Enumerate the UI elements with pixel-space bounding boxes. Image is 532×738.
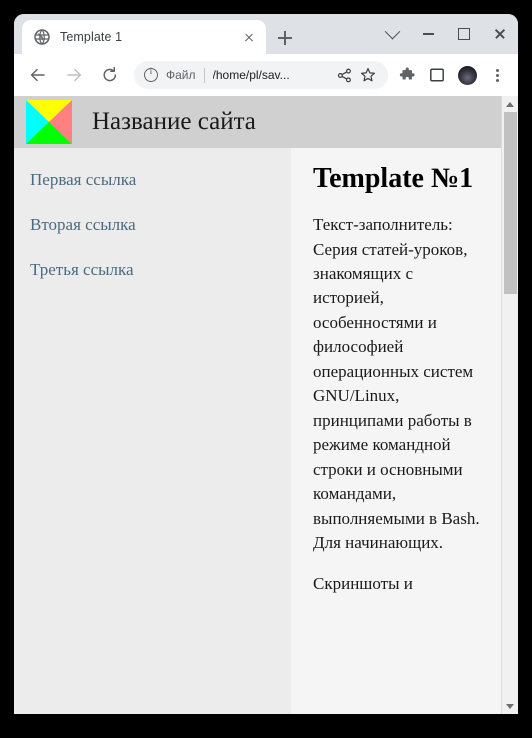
sidebar-link-1[interactable]: Первая ссылка [30, 170, 291, 190]
main-content: Template №1 Текст-заполнитель: Серия ста… [291, 148, 501, 714]
side-panel-icon [430, 68, 444, 82]
extensions-button[interactable] [393, 61, 421, 89]
scrollbar-down-button[interactable] [502, 698, 518, 714]
scrollbar-thumb[interactable] [504, 112, 517, 294]
side-panel-button[interactable] [423, 61, 451, 89]
browser-window: Template 1 i Файл /home/pl/sav... Назван… [14, 14, 518, 714]
new-tab-button[interactable] [272, 25, 298, 51]
content-paragraph-2: Скриншоты и [313, 573, 413, 593]
arrow-left-icon [30, 68, 45, 82]
browser-toolbar: Файл /home/pl/sav... [14, 54, 518, 96]
url-scheme-label: Файл [166, 68, 196, 82]
profile-button[interactable] [453, 61, 481, 89]
browser-tab[interactable]: Template 1 [22, 20, 266, 54]
page-viewport: Название сайта Первая ссылка Вторая ссыл… [14, 96, 518, 714]
globe-icon [34, 29, 50, 45]
share-icon [337, 68, 351, 82]
content-title: Template №1 [313, 163, 474, 194]
window-close-button[interactable] [482, 14, 518, 54]
forward-button[interactable] [59, 60, 89, 90]
url-text: /home/pl/sav... [212, 68, 290, 82]
maximize-icon [458, 28, 470, 40]
reload-button[interactable] [95, 60, 125, 90]
share-button[interactable] [334, 65, 354, 85]
close-icon [494, 28, 506, 40]
sidebar-link-3[interactable]: Третья ссылка [30, 260, 291, 280]
star-icon [361, 68, 375, 82]
puzzle-piece-icon [399, 66, 415, 80]
arrow-right-icon [67, 68, 82, 82]
back-button[interactable] [23, 60, 53, 90]
site-title: Название сайта [92, 108, 256, 135]
avatar-icon [457, 65, 477, 85]
page-scrollbar[interactable] [501, 96, 518, 714]
maximize-button[interactable] [446, 14, 482, 54]
bookmark-button[interactable] [358, 65, 378, 85]
tab-strip: Template 1 [14, 14, 518, 54]
tab-title: Template 1 [60, 30, 123, 44]
page-columns: Первая ссылка Вторая ссылка Третья ссылк… [14, 148, 501, 714]
sidebar: Первая ссылка Вторая ссылка Третья ссылк… [14, 148, 291, 714]
minimize-icon [422, 33, 434, 35]
four-triangle-logo-icon [26, 100, 72, 144]
browser-menu-button[interactable] [483, 61, 511, 89]
triangle-down-icon [506, 703, 514, 709]
address-bar[interactable]: Файл /home/pl/sav... [134, 61, 388, 89]
minimize-button[interactable] [410, 14, 446, 54]
info-circle-icon[interactable] [144, 67, 158, 82]
reload-icon [103, 66, 117, 82]
omnibox-divider [203, 67, 205, 83]
scrollbar-up-button[interactable] [502, 96, 518, 112]
three-dots-icon [495, 67, 499, 84]
tab-search-button[interactable] [374, 14, 410, 54]
window-controls [374, 14, 518, 54]
web-page: Название сайта Первая ссылка Вторая ссыл… [14, 96, 501, 714]
sidebar-link-2[interactable]: Вторая ссылка [30, 215, 291, 235]
tab-close-icon[interactable] [240, 28, 258, 46]
site-header: Название сайта [14, 96, 501, 148]
content-paragraph-1: Текст-заполнитель: Серия статей-уроков, … [313, 215, 480, 553]
chevron-down-icon [384, 23, 400, 39]
triangle-up-icon [506, 101, 514, 107]
